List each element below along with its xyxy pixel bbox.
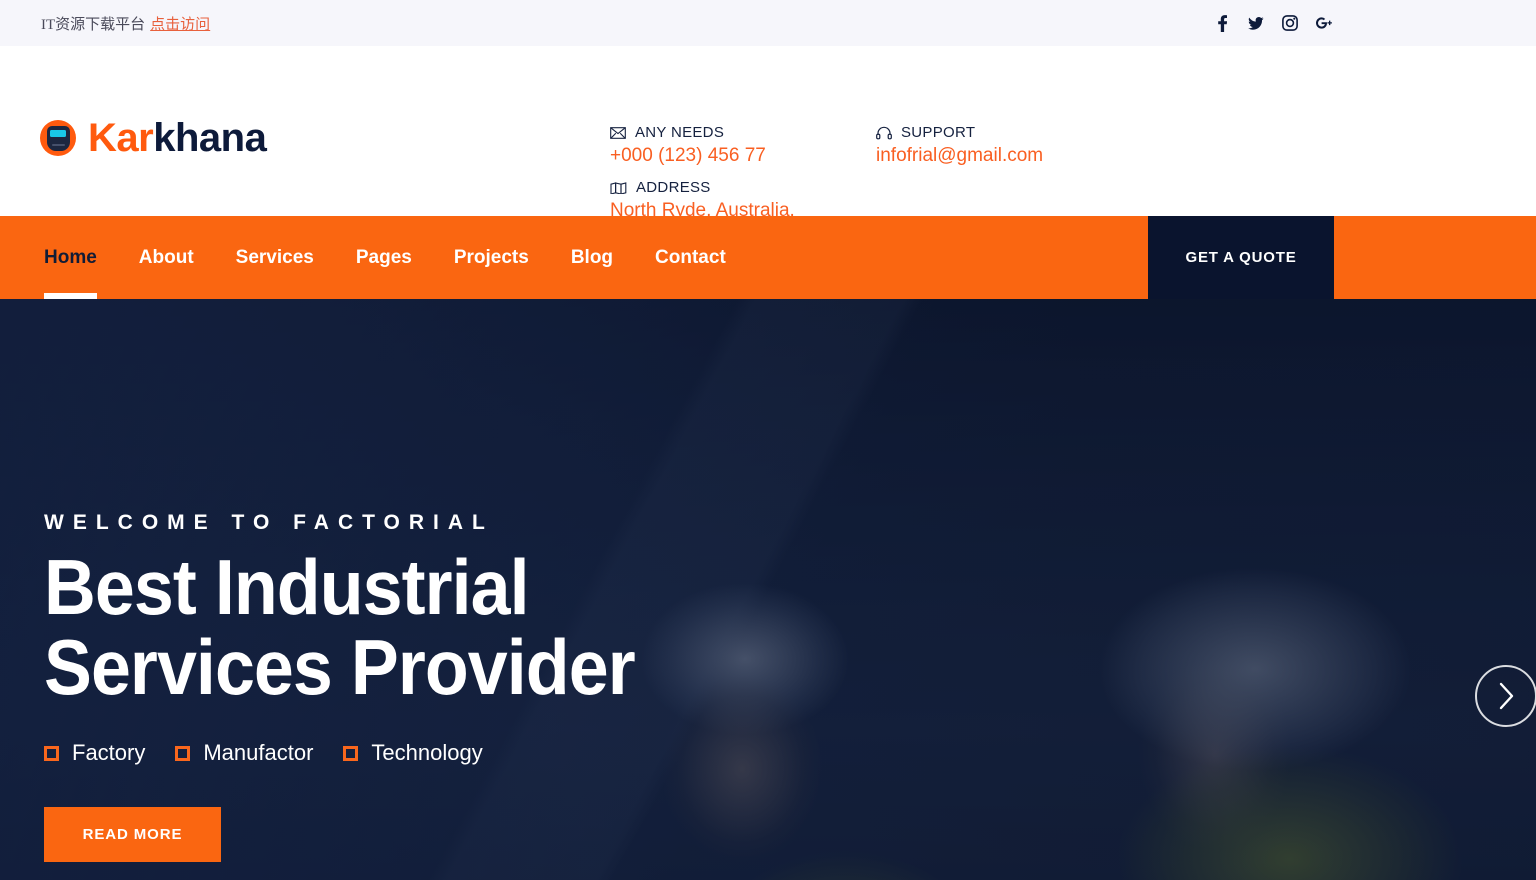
brand-name-first: Kar <box>88 116 154 160</box>
slider-next-button[interactable] <box>1475 665 1536 727</box>
support-label-row: SUPPORT <box>876 124 1176 141</box>
nav-item-about[interactable]: About <box>139 216 194 299</box>
hero-title: Best Industrial Services Provider <box>44 543 636 711</box>
nav-item-projects[interactable]: Projects <box>454 216 529 299</box>
nav-item-pages[interactable]: Pages <box>356 216 412 299</box>
chevron-right-icon <box>1498 682 1515 710</box>
nav-item-services[interactable]: Services <box>236 216 314 299</box>
headset-icon <box>876 126 892 140</box>
map-icon <box>610 181 627 194</box>
get-a-quote-button[interactable]: GET A QUOTE <box>1148 216 1334 299</box>
read-more-button[interactable]: READ MORE <box>44 807 221 862</box>
hero-slider: WELCOME TO FACTORIAL Best Industrial Ser… <box>0 299 1536 880</box>
square-bullet-icon <box>343 745 359 761</box>
googleplus-icon[interactable] <box>1316 14 1332 32</box>
square-bullet-icon <box>44 745 59 761</box>
contact-support: SUPPORT infofrial@gmail.com <box>876 124 1176 167</box>
brand-name: Karkhana <box>88 116 267 160</box>
hero-feature-manufactor[interactable]: Manufactor <box>175 740 313 766</box>
envelope-icon <box>610 126 626 139</box>
any-needs-label-row: ANY NEEDS <box>610 124 876 141</box>
address-label: ADDRESS <box>636 179 711 196</box>
nav-item-home[interactable]: Home <box>44 216 97 299</box>
hero-feature-technology[interactable]: Technology <box>343 740 483 766</box>
nav-item-list: Home About Services Pages Projects Blog … <box>0 216 768 299</box>
hero-feature-list: Factory Manufactor Technology <box>44 740 483 766</box>
main-navigation: Home About Services Pages Projects Blog … <box>0 216 1536 299</box>
top-bar: IT资源下载平台 点击访问 <box>0 0 1536 46</box>
instagram-icon[interactable] <box>1282 14 1298 32</box>
nav-item-blog[interactable]: Blog <box>571 216 613 299</box>
brand-logo[interactable]: Karkhana <box>40 118 460 158</box>
social-links <box>1214 14 1500 32</box>
address-label-row: ADDRESS <box>610 179 876 196</box>
hero-eyebrow: WELCOME TO FACTORIAL <box>44 511 494 534</box>
any-needs-label: ANY NEEDS <box>635 124 725 141</box>
nav-item-contact[interactable]: Contact <box>655 216 726 299</box>
square-bullet-icon <box>175 745 191 761</box>
support-label: SUPPORT <box>901 124 976 141</box>
top-bar-notice-text: IT资源下载平台 <box>41 16 146 33</box>
twitter-icon[interactable] <box>1248 14 1264 32</box>
hero-title-line-2: Services Provider <box>44 623 636 711</box>
hero-title-line-1: Best Industrial <box>44 543 530 631</box>
top-bar-notice-link[interactable]: 点击访问 <box>150 17 210 33</box>
top-bar-notice: IT资源下载平台 点击访问 <box>41 13 210 34</box>
phone-number[interactable]: +000 (123) 456 77 <box>610 145 876 167</box>
support-email[interactable]: infofrial@gmail.com <box>876 145 1176 167</box>
site-header: Karkhana ANY NEEDS +000 (123) 456 77 ADD… <box>0 46 1536 221</box>
hero-feature-factory[interactable]: Factory <box>44 740 145 766</box>
brand-name-second: khana <box>153 116 267 160</box>
facebook-icon[interactable] <box>1214 14 1230 32</box>
contact-any-needs: ANY NEEDS +000 (123) 456 77 <box>610 124 876 167</box>
hero-content: WELCOME TO FACTORIAL Best Industrial Ser… <box>44 299 944 880</box>
welding-helmet-icon <box>40 120 76 156</box>
